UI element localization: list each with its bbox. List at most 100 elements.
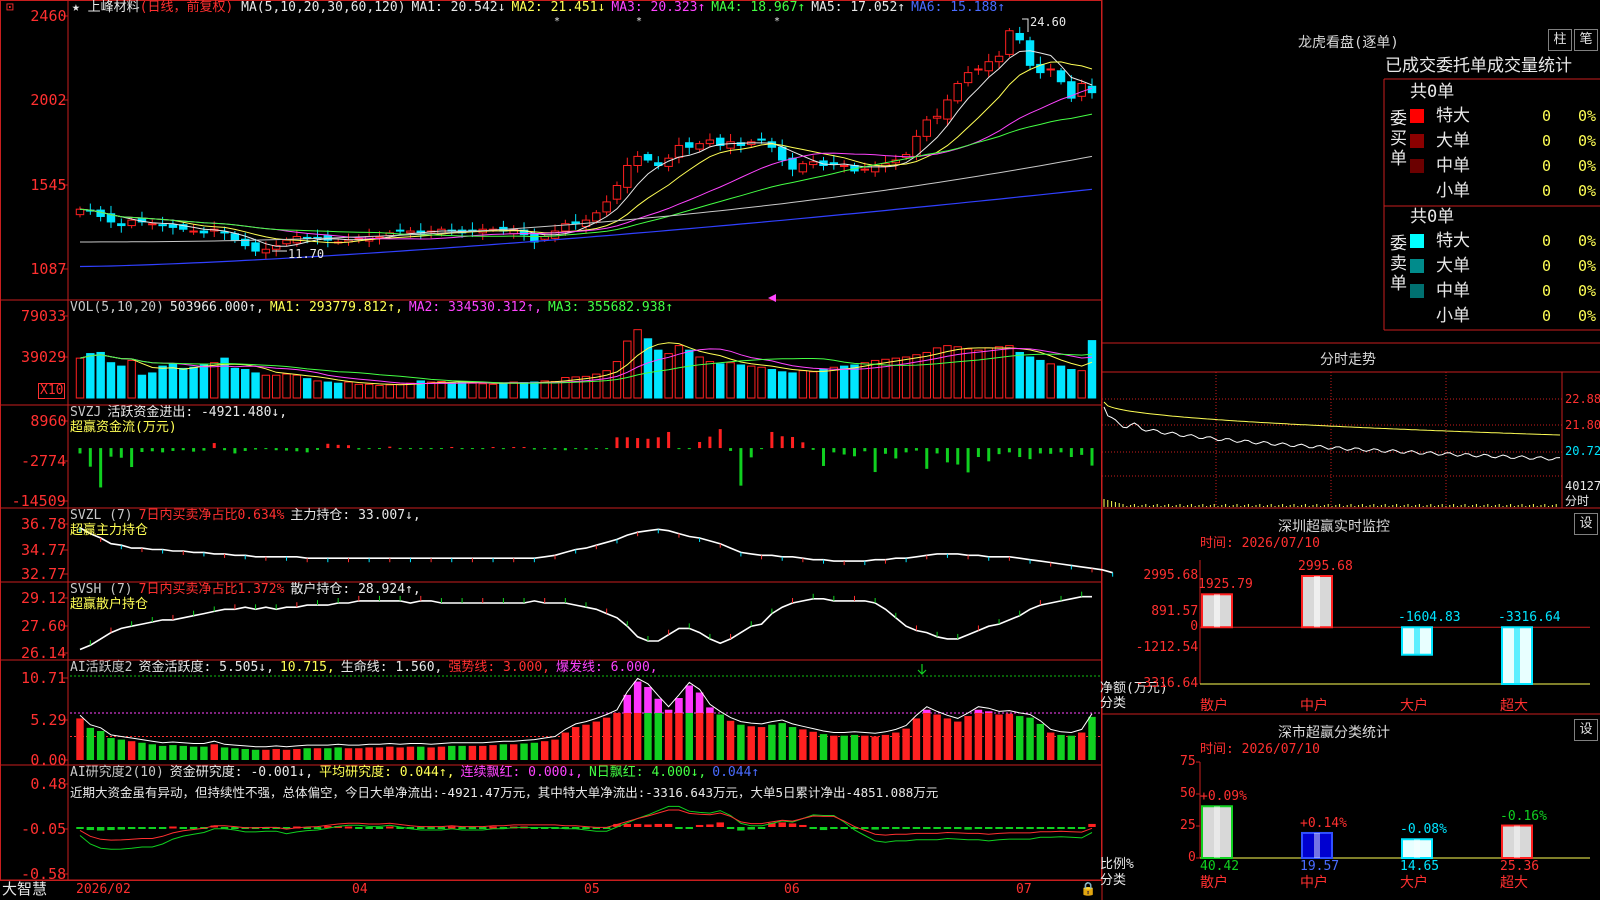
candle-body — [148, 223, 157, 226]
ai2-bar — [417, 746, 425, 760]
svzj-bar — [316, 448, 320, 450]
svzj-bar — [636, 438, 640, 449]
svzj-bar — [553, 448, 557, 450]
ai3-bar — [654, 823, 663, 827]
sell-swatch — [1410, 259, 1424, 273]
candle-body — [592, 212, 601, 222]
candle-body — [922, 119, 931, 137]
price-legend: ★ 上峰材料(日线，前复权) MA(5,10,20,30,60,120) MA1:… — [72, 0, 1011, 16]
ai2-bar — [1067, 735, 1076, 760]
ai2-bar — [272, 749, 280, 760]
ai3-bar — [861, 827, 869, 829]
ai2-burst-bar — [675, 698, 683, 713]
intraday-price-line — [1103, 406, 1561, 461]
buy-row-pct: 0% — [1578, 182, 1597, 200]
ma-legend: MA(5,10,20,30,60,120) MA1: 20.542↓ MA2: 21… — [241, 0, 1011, 15]
svzj-bar — [481, 448, 485, 450]
volume-bar — [984, 347, 993, 399]
ai2-bar — [189, 746, 198, 760]
svzj-bar — [460, 448, 464, 450]
volume-bar — [127, 359, 136, 399]
ma-legend-item: MA1: 20.542↓ — [411, 0, 506, 15]
buy-row-pct: 0% — [1578, 157, 1597, 175]
sz-stats-settings-button[interactable]: 设 — [1574, 719, 1598, 741]
ai3-bar — [375, 827, 384, 829]
volume-bar — [767, 369, 777, 399]
svzj-bar — [512, 446, 516, 449]
szm-bar-shine — [1514, 627, 1520, 684]
svzj-bar — [181, 448, 185, 451]
sz-monitor-time: 时间: 2026/07/10 — [1200, 536, 1320, 551]
volume-bar — [519, 382, 529, 399]
sz-monitor-settings-button[interactable]: 设 — [1574, 513, 1598, 535]
ai2-bar — [861, 735, 869, 760]
svzj-bar — [161, 448, 165, 453]
x-label-apr: 04 — [352, 882, 368, 897]
candle-body — [1046, 68, 1055, 71]
candle-body — [839, 164, 849, 167]
candle-body — [199, 230, 209, 234]
svzj-series — [78, 429, 1094, 488]
ai2-bar — [1046, 732, 1055, 760]
szm-bar-value: 1925.79 — [1198, 577, 1253, 593]
volume-bar — [271, 374, 281, 399]
ai2-bar — [551, 739, 559, 760]
candle-body — [633, 155, 642, 166]
svzl-line — [79, 527, 1113, 574]
ai3-bar — [664, 823, 673, 827]
lock-icon[interactable]: 🔒 — [1080, 882, 1096, 898]
ai3-bar — [726, 827, 735, 829]
volume-bar — [963, 348, 973, 399]
ai3-bar — [633, 823, 642, 827]
szs-bar-value: 14.65 — [1400, 859, 1440, 874]
ai2-bar — [540, 741, 549, 760]
szs-axis-label: 25 — [1180, 818, 1196, 833]
ai2-bar — [489, 745, 497, 760]
tab-tick[interactable]: 笔 — [1574, 29, 1598, 51]
favorite-star-icon[interactable]: ★ — [72, 0, 80, 15]
svzj-bar — [357, 448, 361, 450]
volume-bar — [86, 353, 95, 399]
candle-body — [168, 224, 178, 228]
sell-row-name: 特大 — [1436, 231, 1470, 251]
ai2-bar — [819, 734, 828, 760]
volume-bar — [395, 383, 405, 399]
event-marker: * — [554, 16, 560, 27]
svzj-bar — [883, 448, 887, 454]
volume-bar — [148, 372, 157, 399]
stock-name: 上峰材料 — [87, 0, 140, 15]
x-label-feb: 2026/02 — [76, 882, 131, 897]
ai2-bar — [179, 745, 187, 760]
ai2-bar — [468, 745, 477, 760]
intraday-title: 分时走势 — [1320, 352, 1376, 368]
ai2-y-label: 10.71 — [21, 669, 67, 687]
candle-body — [117, 223, 126, 227]
app-logo[interactable]: 大智慧 — [2, 881, 47, 897]
panel-corner-icon[interactable]: ⊡ — [6, 0, 14, 16]
volume-bar — [1015, 351, 1024, 399]
szs-bar-value: 40.42 — [1200, 859, 1240, 874]
svsh-legend-item: 7日内买卖净占比1.372% — [138, 582, 285, 597]
volume-bar — [1025, 356, 1035, 399]
candle-body — [860, 168, 870, 171]
ai2-bar — [303, 748, 311, 760]
ai2-series — [76, 681, 1096, 760]
sell-row-value: 0 — [1542, 282, 1552, 300]
candle-body — [127, 219, 136, 227]
sell-count: 共0单 — [1410, 207, 1455, 227]
svzj-y-label: 8960 — [30, 412, 67, 430]
svsh-y-label: 27.60 — [21, 617, 67, 635]
ai2-bar — [148, 744, 157, 760]
szs-bar-name: 散户 — [1200, 875, 1228, 891]
ai2-legend-item: 资金活跃度: 5.505↓, — [138, 660, 274, 675]
ai2-bar — [1036, 723, 1045, 760]
ai2-bar — [1077, 732, 1086, 760]
svzj-bar — [1059, 448, 1063, 453]
tab-column[interactable]: 柱 — [1548, 29, 1572, 51]
svzj-bar — [729, 448, 733, 451]
candle-body — [685, 142, 694, 148]
svzj-bar — [326, 443, 330, 449]
ai2-bar — [437, 746, 446, 760]
ai3-bar — [107, 827, 115, 831]
svzj-bar — [852, 448, 856, 457]
